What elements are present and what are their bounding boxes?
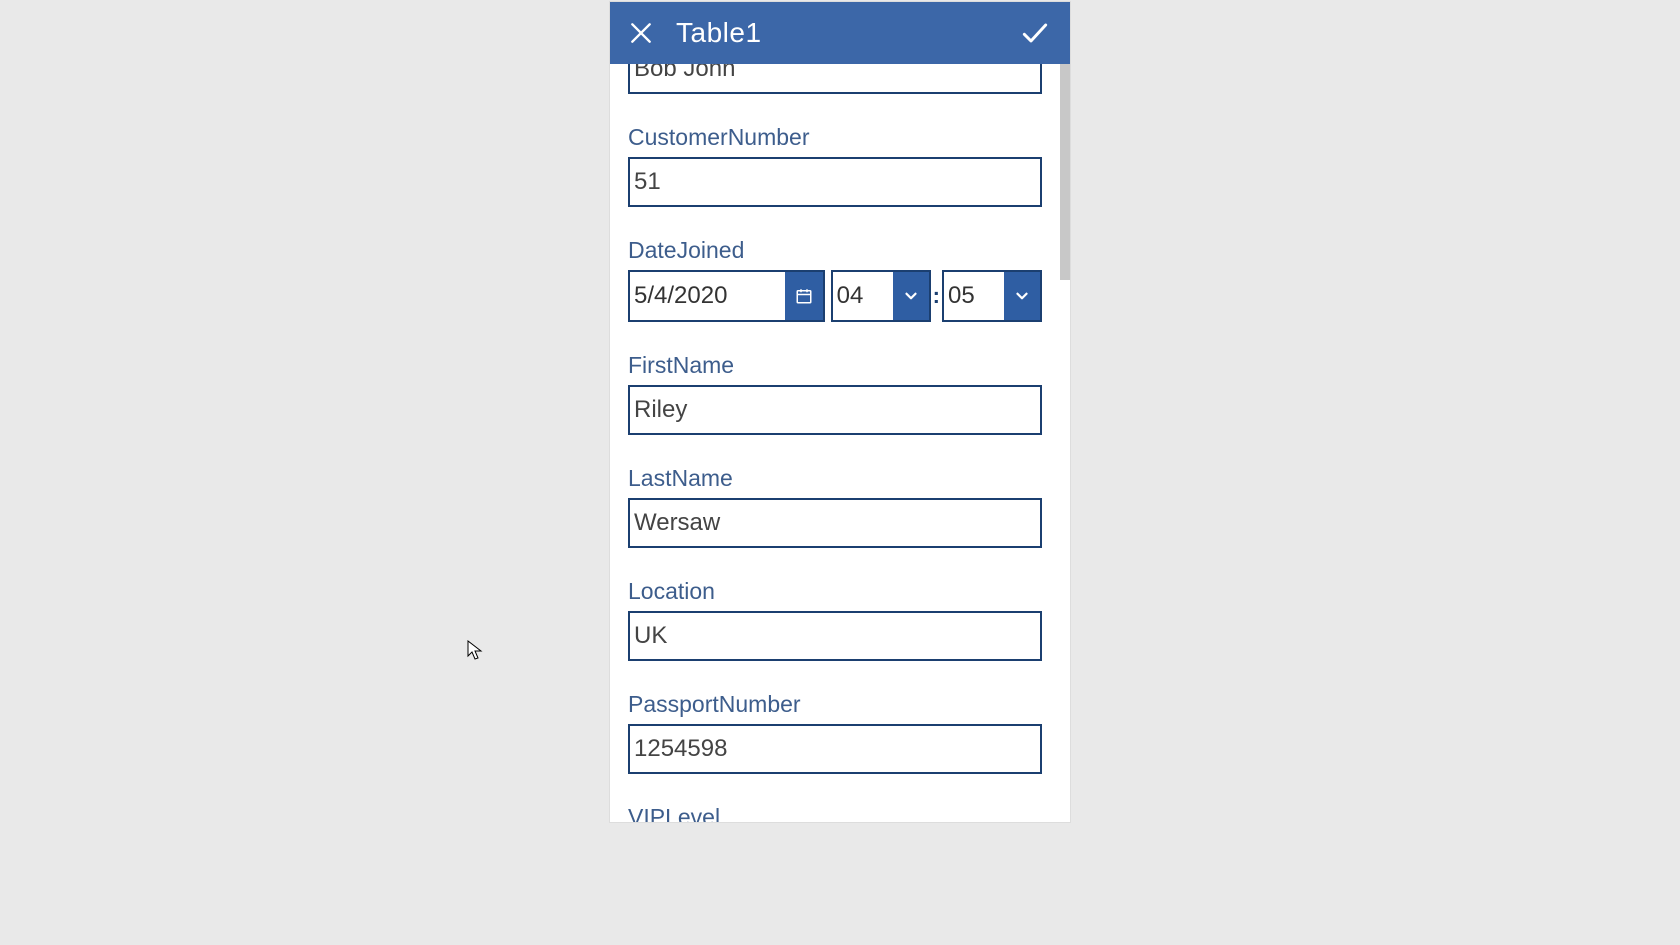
datejoined-hour-value: 04 [833, 272, 893, 320]
app-header: Table1 [610, 2, 1070, 64]
app-frame: Table1 Bob John CustomerNumber DateJoine… [610, 2, 1070, 822]
time-separator: : [933, 270, 940, 322]
datejoined-minute-value: 05 [944, 272, 1004, 320]
page-title: Table1 [676, 17, 762, 49]
calendar-icon [795, 287, 813, 305]
chevron-down-icon [902, 287, 920, 305]
check-icon [1019, 17, 1051, 49]
mouse-cursor [467, 640, 483, 662]
lastname-input[interactable] [628, 498, 1042, 548]
passportnumber-input[interactable] [628, 724, 1042, 774]
name-input-partial[interactable]: Bob John [628, 64, 1042, 94]
datejoined-hour-select[interactable]: 04 [831, 270, 931, 322]
header-left: Table1 [624, 16, 762, 50]
chevron-down-icon [1013, 287, 1031, 305]
label-passportnumber: PassportNumber [628, 691, 1042, 718]
label-datejoined: DateJoined [628, 237, 1042, 264]
datejoined-row: 5/4/2020 04 : [628, 270, 1042, 322]
close-icon [628, 20, 654, 46]
scrollbar-thumb[interactable] [1060, 64, 1070, 280]
datejoined-minute-select[interactable]: 05 [942, 270, 1042, 322]
datejoined-hour-dropdown-button[interactable] [893, 272, 929, 320]
form-scroll-area: Bob John CustomerNumber DateJoined 5/4/2… [610, 64, 1060, 822]
close-button[interactable] [624, 16, 658, 50]
firstname-input[interactable] [628, 385, 1042, 435]
submit-button[interactable] [1018, 16, 1052, 50]
name-input-value: Bob John [634, 64, 735, 82]
label-customernumber: CustomerNumber [628, 124, 1042, 151]
datejoined-date-value: 5/4/2020 [630, 272, 785, 320]
location-input[interactable] [628, 611, 1042, 661]
label-viplevel: VIPLevel [628, 804, 1042, 822]
customernumber-input[interactable] [628, 157, 1042, 207]
datejoined-date-picker[interactable]: 5/4/2020 [628, 270, 825, 322]
label-lastname: LastName [628, 465, 1042, 492]
label-firstname: FirstName [628, 352, 1042, 379]
datejoined-minute-dropdown-button[interactable] [1004, 272, 1040, 320]
datejoined-calendar-button[interactable] [785, 272, 823, 320]
label-location: Location [628, 578, 1042, 605]
